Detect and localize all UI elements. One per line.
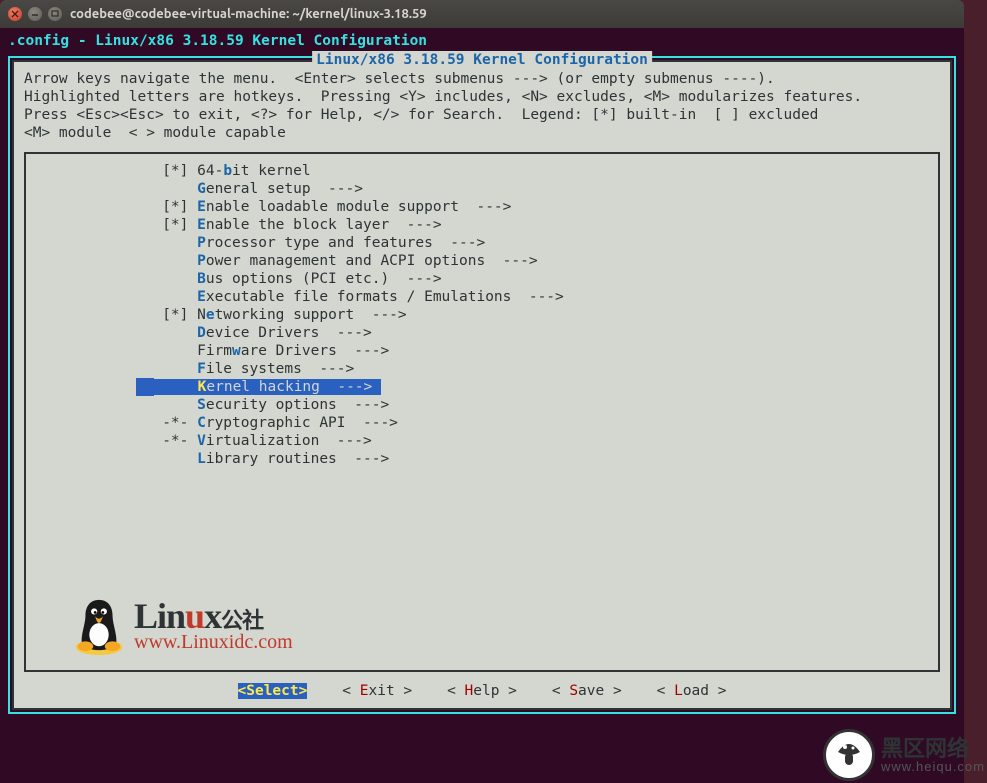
watermark: Linux公社 www.Linuxidc.com [70,594,293,656]
menu-item[interactable]: [*] 64-bit kernel [136,162,828,180]
button-elect[interactable]: <Select> [238,683,308,699]
maximize-icon[interactable] [48,7,62,21]
corner-watermark: 黑区网络 www.heiqu.com [823,729,985,781]
button-bar[interactable]: <Select> < Exit > < Help > < Save > < Lo… [14,672,950,700]
menu-item[interactable]: -*- Virtualization ---> [136,432,828,450]
config-status-line: .config - Linux/x86 3.18.59 Kernel Confi… [8,32,956,50]
menu-item[interactable]: Executable file formats / Emulations ---… [136,288,828,306]
menu-item[interactable]: Security options ---> [136,396,828,414]
frame-title: Linux/x86 3.18.59 Kernel Configuration [312,51,652,69]
menu-item[interactable]: Library routines ---> [136,450,828,468]
close-icon[interactable] [8,7,22,21]
menu-item[interactable]: -*- Cryptographic API ---> [136,414,828,432]
terminal-body: .config - Linux/x86 3.18.59 Kernel Confi… [0,28,964,722]
menuconfig-frame: Linux/x86 3.18.59 Kernel Configuration A… [12,60,952,710]
button-xit[interactable]: < Exit > [342,683,412,699]
menu-item[interactable]: Bus options (PCI etc.) ---> [136,270,828,288]
outer-border: Linux/x86 3.18.59 Kernel Configuration A… [8,56,956,714]
button-elp[interactable]: < Help > [447,683,517,699]
watermark-title: Linux公社 [134,598,293,634]
menu-item[interactable]: Kernel hacking ---> [136,378,828,396]
button-ave[interactable]: < Save > [552,683,622,699]
minimize-icon[interactable] [28,7,42,21]
menu-item[interactable]: Device Drivers ---> [136,324,828,342]
menu-item[interactable]: File systems ---> [136,360,828,378]
watermark-url: www.Linuxidc.com [134,632,293,652]
corner-title: 黑区网络 [881,738,985,760]
menu-item[interactable]: [*] Enable the block layer ---> [136,216,828,234]
menu-item[interactable]: Power management and ACPI options ---> [136,252,828,270]
help-text: Arrow keys navigate the menu. <Enter> se… [14,62,950,148]
menu-item[interactable]: General setup ---> [136,180,828,198]
menu-item[interactable]: [*] Networking support ---> [136,306,828,324]
menu-list[interactable]: [*] 64-bit kernel General setup ---> [*]… [26,160,938,470]
menu-box: [*] 64-bit kernel General setup ---> [*]… [24,152,940,672]
mushroom-icon [823,729,875,781]
button-oad[interactable]: < Load > [657,683,727,699]
menu-item[interactable]: [*] Enable loadable module support ---> [136,198,828,216]
terminal-window: codebee@codebee-virtual-machine: ~/kerne… [0,0,964,783]
corner-url: www.heiqu.com [881,760,985,773]
tux-icon [70,594,128,656]
window-buttons [8,7,62,21]
menu-item[interactable]: Processor type and features ---> [136,234,828,252]
window-title: codebee@codebee-virtual-machine: ~/kerne… [70,7,427,21]
menu-item[interactable]: Firmware Drivers ---> [136,342,828,360]
titlebar: codebee@codebee-virtual-machine: ~/kerne… [0,0,964,28]
